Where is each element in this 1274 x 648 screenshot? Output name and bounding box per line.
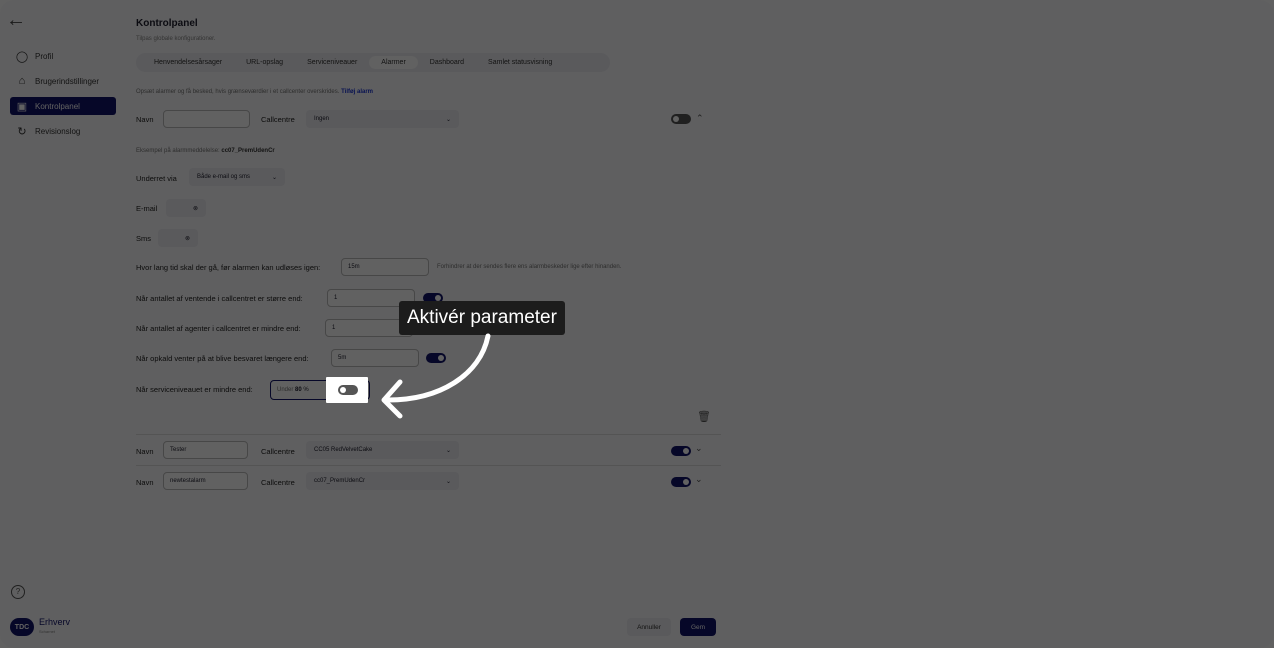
chevron-down-icon: ⌄ — [445, 478, 451, 485]
callout-arrow-icon — [381, 333, 491, 419]
email-label: E-mail — [136, 204, 158, 213]
divider — [136, 434, 721, 435]
chevron-down-icon: ⌄ — [271, 174, 277, 181]
alarm-enable-toggle[interactable] — [671, 114, 691, 124]
tab-alarmer[interactable]: Alarmer — [369, 56, 418, 69]
name-input[interactable]: newtestalarm — [163, 472, 248, 490]
name-input[interactable]: Tester — [163, 441, 248, 459]
callcentre-label: Callcentre — [261, 447, 295, 456]
clear-icon[interactable]: ⊗ — [185, 235, 190, 242]
person-icon: ◯ — [15, 50, 29, 63]
service-label: Når serviceniveauet er mindre end: — [136, 385, 253, 394]
chevron-down-icon: ⌄ — [445, 116, 451, 123]
sidebar-item-kontrolpanel[interactable]: ▣ Kontrolpanel — [10, 97, 116, 115]
notify-label: Underret via — [136, 174, 177, 183]
tab-bar: Henvendelsesårsager URL-opslag Serviceni… — [136, 53, 610, 72]
name-label: Navn — [136, 478, 154, 487]
tab-url-opslag[interactable]: URL-opslag — [234, 56, 295, 69]
cooldown-input[interactable]: 15m — [341, 258, 429, 276]
logo: TDC Erhverv Scharnet — [10, 618, 70, 636]
panel-icon: ▣ — [16, 100, 28, 113]
tab-dashboard[interactable]: Dashboard — [418, 56, 476, 69]
alarm-enable-toggle[interactable] — [671, 446, 691, 456]
tab-serviceniveauer[interactable]: Serviceniveauer — [295, 56, 369, 69]
divider — [136, 465, 721, 466]
name-input[interactable] — [163, 110, 250, 128]
name-label: Navn — [136, 447, 154, 456]
logo-text: Erhverv — [39, 617, 71, 627]
notify-select[interactable]: Både e-mail og sms ⌄ — [189, 168, 285, 186]
add-alarm-link[interactable]: Tilføj alarm — [341, 89, 373, 95]
chevron-down-icon: ⌄ — [445, 447, 451, 454]
home-icon: ⌂ — [18, 75, 26, 87]
cancel-button[interactable]: Annuller — [627, 618, 671, 636]
agents-label: Når antallet af agenter i callcentret er… — [136, 324, 301, 333]
chevron-down-icon[interactable]: ⌄ — [695, 474, 703, 485]
sidebar-item-brugerindstillinger[interactable]: ⌂ Brugerindstillinger — [10, 72, 116, 90]
cooldown-label: Hvor lang tid skal der gå, før alarmen k… — [136, 263, 321, 272]
clear-icon[interactable]: ⊗ — [193, 205, 198, 212]
chevron-up-icon[interactable]: ⌃ — [696, 113, 704, 124]
intro-text: Opsæt alarmer og få besked, hvis grænsev… — [136, 89, 373, 95]
save-button[interactable]: Gem — [680, 618, 716, 636]
tab-samlet-statusvisning[interactable]: Samlet statusvisning — [476, 56, 564, 69]
app-window: ← ◯ Profil ⌂ Brugerindstillinger ▣ Kontrolp… — [0, 0, 1274, 648]
cooldown-hint: Forhindrer at der sendes flere ens alarm… — [437, 264, 622, 270]
back-arrow-icon[interactable]: ← — [6, 9, 26, 32]
service-toggle[interactable] — [338, 385, 358, 395]
waiting-label: Når antallet af ventende i callcentret e… — [136, 294, 303, 303]
callcentre-label: Callcentre — [261, 478, 295, 487]
logo-badge: TDC — [10, 618, 34, 636]
email-input[interactable]: ⊗ — [166, 199, 206, 217]
callcentre-select[interactable]: Ingen ⌄ — [306, 110, 459, 128]
sms-label: Sms — [136, 234, 151, 243]
alarm-enable-toggle[interactable] — [671, 477, 691, 487]
refresh-icon: ↻ — [17, 125, 27, 138]
sidebar-item-profil[interactable]: ◯ Profil — [10, 47, 116, 65]
callcentre-label: Callcentre — [261, 115, 295, 124]
sms-input[interactable]: ⊗ — [158, 229, 198, 247]
example-message: Eksempel på alarmmeddelelse: cc07_PremUd… — [136, 148, 275, 154]
page-subtitle: Tilpas globale konfigurationer. — [136, 36, 216, 42]
chevron-down-icon[interactable]: ⌄ — [695, 443, 703, 454]
name-label: Navn — [136, 115, 154, 124]
tab-henvendelsesarsager[interactable]: Henvendelsesårsager — [142, 56, 234, 69]
help-icon[interactable]: ? — [11, 585, 25, 599]
callcentre-select[interactable]: cc07_PremUdenCr ⌄ — [306, 472, 459, 490]
page-title: Kontrolpanel — [136, 18, 198, 29]
logo-subtext: Scharnet — [39, 629, 56, 634]
wait-time-label: Når opkald venter på at blive besvaret l… — [136, 354, 309, 363]
main-content: Kontrolpanel Tilpas globale konfiguratio… — [136, 0, 1274, 648]
callcentre-select[interactable]: CC05 RedVelvetCake ⌄ — [306, 441, 459, 459]
sidebar: ← ◯ Profil ⌂ Brugerindstillinger ▣ Kontrolp… — [0, 0, 120, 648]
trash-icon[interactable]: 🗑 — [697, 410, 711, 423]
sidebar-item-revisionslog[interactable]: ↻ Revisionslog — [10, 122, 116, 140]
